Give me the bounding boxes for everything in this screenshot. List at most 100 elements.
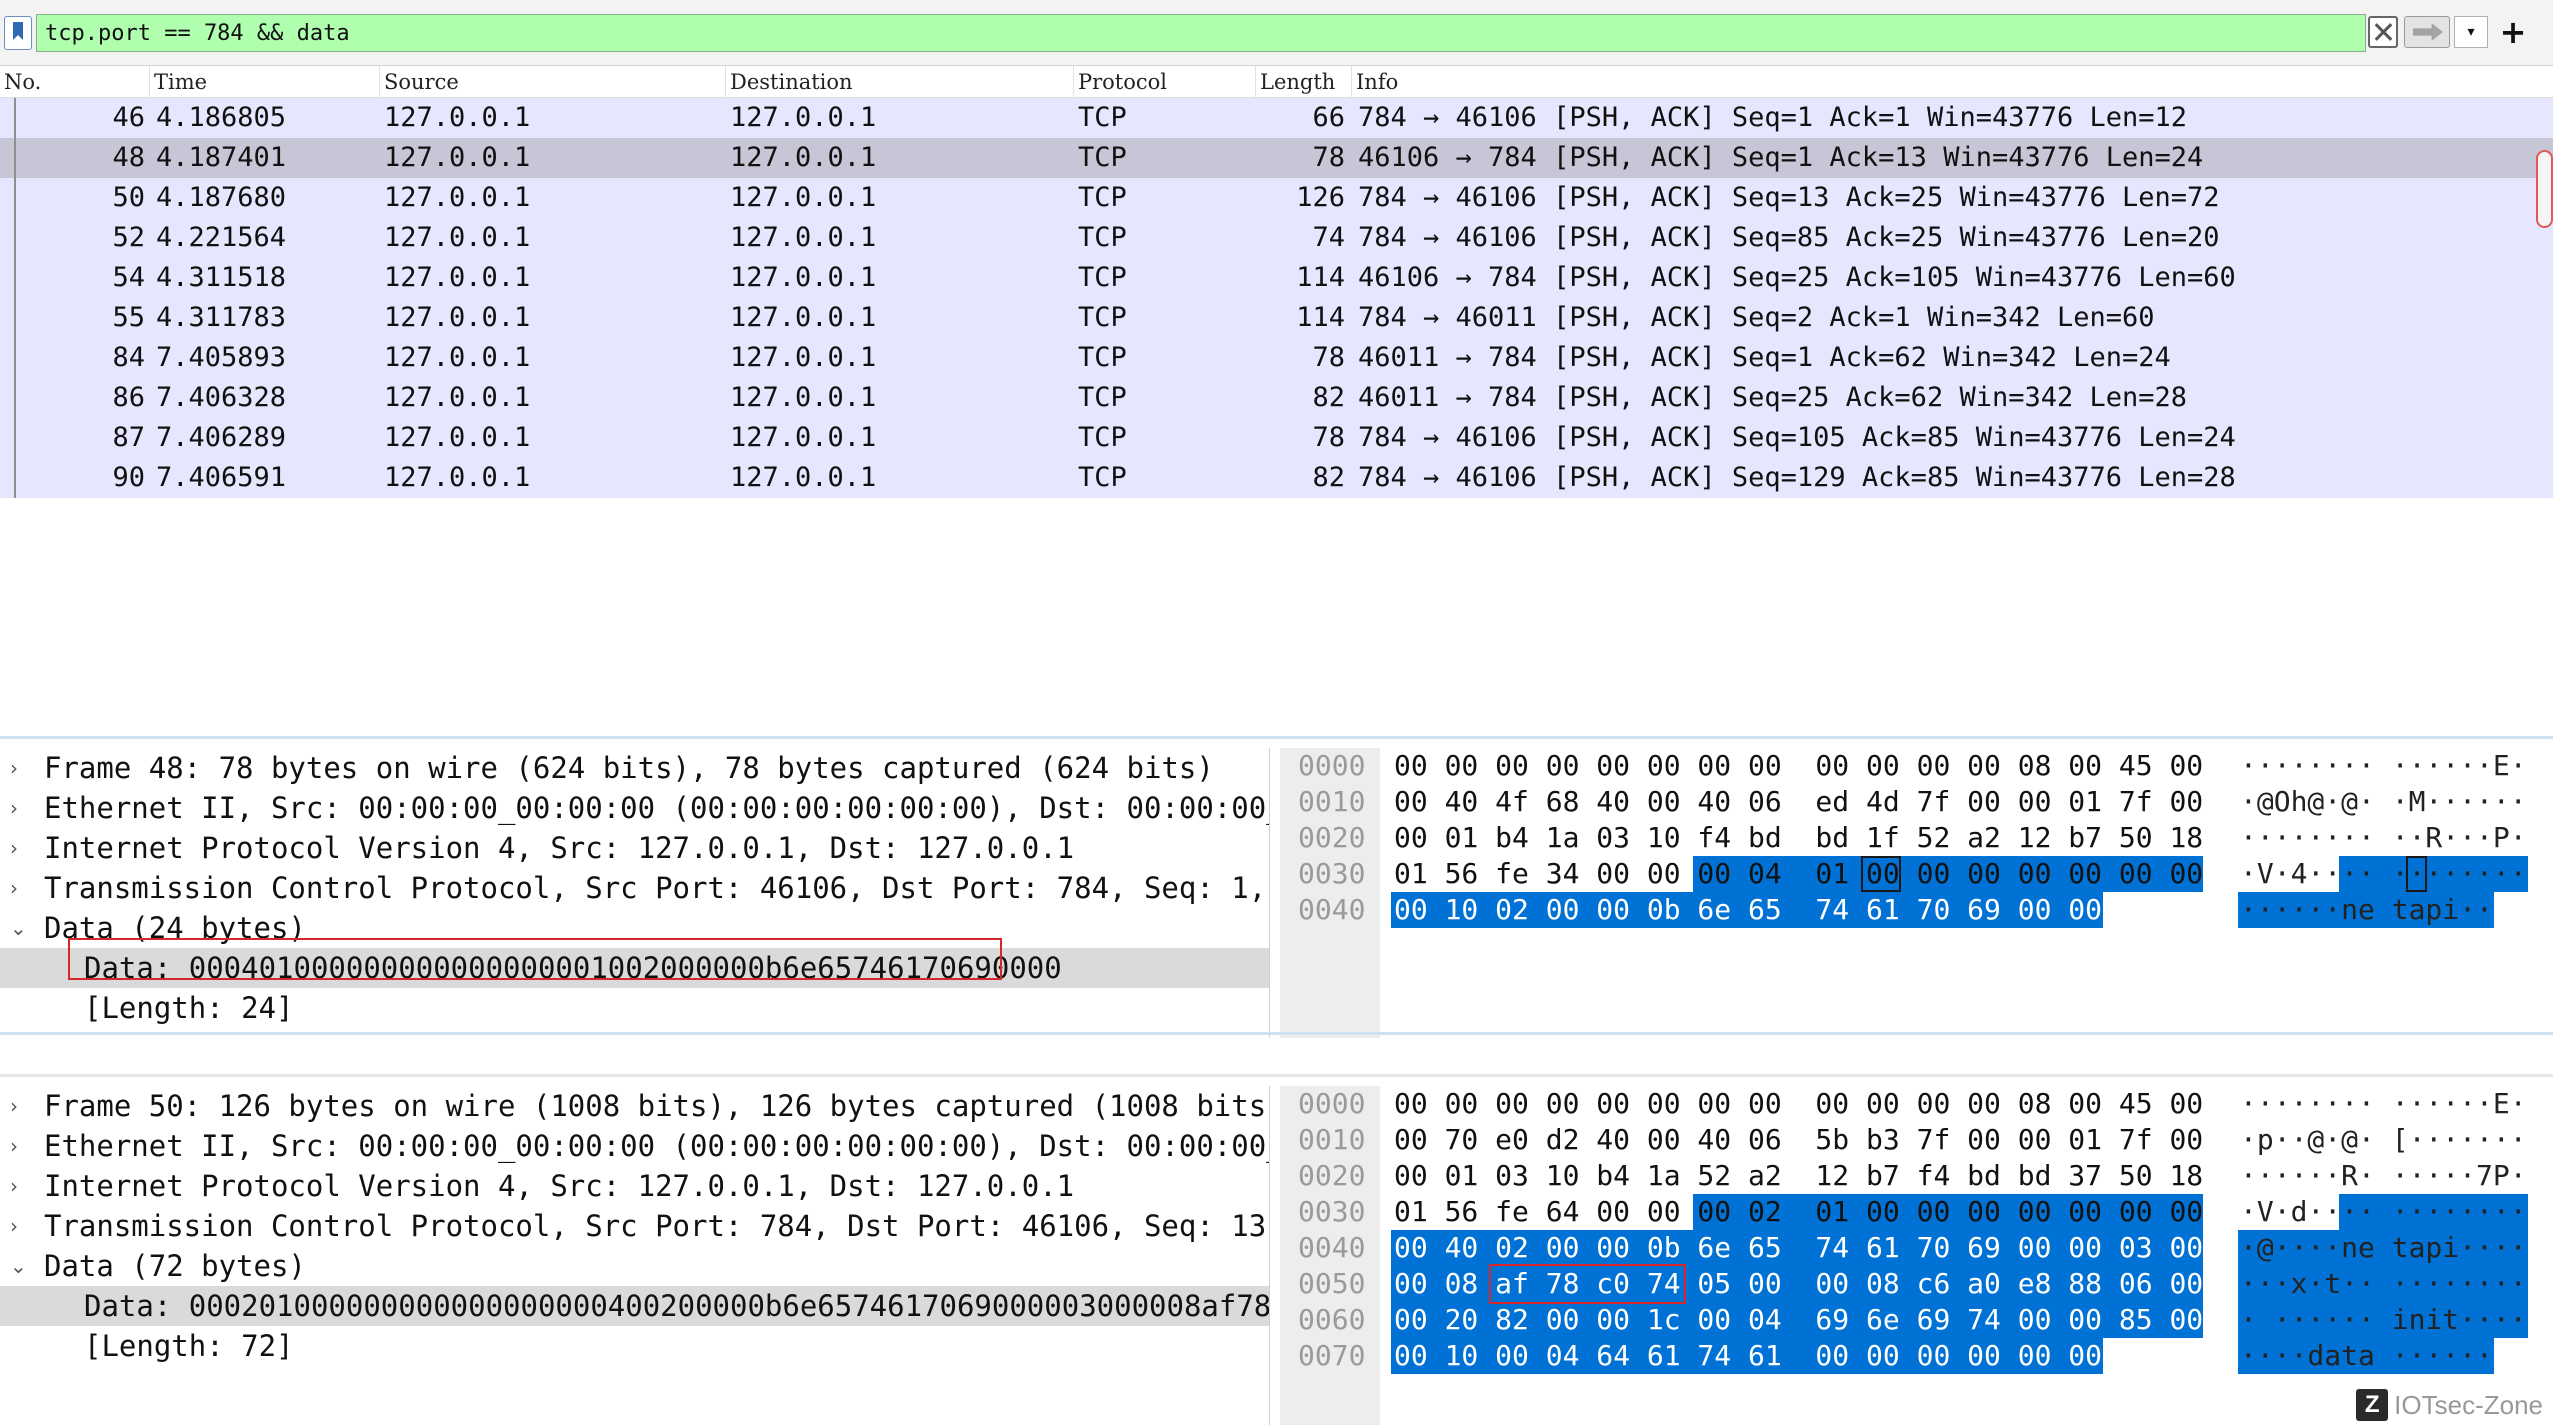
column-header-destination[interactable]: Destination [726, 66, 1074, 98]
packet-source: 127.0.0.1 [384, 342, 531, 373]
tree-item[interactable]: [Length: 24] [0, 988, 1269, 1028]
tree-item[interactable]: [Length: 72] [0, 1326, 1269, 1366]
hex-ascii[interactable]: · ······ init···· [2240, 1302, 2527, 1338]
packet-time: 7.406289 [156, 422, 287, 453]
packet-info: 784 → 46106 [PSH, ACK] Seq=1 Ack=1 Win=4… [1358, 102, 2188, 133]
packet-no: 48 [112, 142, 145, 173]
packet-destination: 127.0.0.1 [730, 182, 877, 213]
packet-list-header: No. Time Source Destination Protocol Len… [0, 66, 2553, 98]
packet-length: 82 [1312, 462, 1345, 493]
collapsed-arrow-icon[interactable]: › [10, 828, 18, 868]
tree-item-label: Transmission Control Protocol, Src Port:… [44, 1209, 1269, 1243]
packet-row[interactable]: 86 7.406328 127.0.0.1 127.0.0.1 TCP 82 46011 →… [0, 378, 2553, 418]
collapsed-arrow-icon[interactable]: › [10, 1086, 18, 1126]
collapsed-arrow-icon[interactable]: › [10, 1206, 18, 1246]
tree-item-label: Frame 50: 126 bytes on wire (1008 bits),… [44, 1089, 1270, 1123]
packet-info: 46011 → 784 [PSH, ACK] Seq=1 Ack=62 Win=… [1358, 342, 2171, 373]
hex-ascii[interactable]: ·p··@·@· [······· [2240, 1122, 2527, 1158]
hex-bytes[interactable]: 00 01 b4 1a 03 10 f4 bd bd 1f 52 a2 12 b… [1394, 820, 2203, 856]
hex-row: 0010 00 40 4f 68 40 00 40 06 ed 4d 7f 00 … [1280, 784, 2553, 820]
hex-ascii[interactable]: ·V·4···· ········ [2240, 856, 2527, 892]
tree-item[interactable]: › Ethernet II, Src: 00:00:00_00:00:00 (00… [0, 788, 1269, 828]
packet-row[interactable]: 84 7.405893 127.0.0.1 127.0.0.1 TCP 78 46011 →… [0, 338, 2553, 378]
packet-source: 127.0.0.1 [384, 102, 531, 133]
packet-row[interactable]: 50 4.187680 127.0.0.1 127.0.0.1 TCP 126 784 → … [0, 178, 2553, 218]
tree-item[interactable]: Data: 000201000000000000000000400200000b… [0, 1286, 1269, 1326]
hex-ascii[interactable]: ·@Oh@·@· ·M······ [2240, 784, 2527, 820]
hex-bytes[interactable]: 00 40 4f 68 40 00 40 06 ed 4d 7f 00 00 0… [1394, 784, 2203, 820]
packet-protocol: TCP [1078, 462, 1127, 493]
expanded-arrow-icon[interactable]: ⌄ [10, 908, 27, 948]
clear-filter-button[interactable] [2368, 16, 2398, 48]
collapsed-arrow-icon[interactable]: › [10, 868, 18, 908]
hex-ascii[interactable]: ········ ······E· [2240, 748, 2527, 784]
hex-bytes[interactable]: 00 10 00 04 64 61 74 61 00 00 00 00 00 0… [1394, 1338, 2102, 1374]
hex-ascii[interactable]: ···x·t·· ········ [2240, 1266, 2527, 1302]
hex-ascii[interactable]: ········ ··R···P· [2240, 820, 2527, 856]
hex-offset: 0020 [1298, 821, 1366, 854]
tree-item[interactable]: › Transmission Control Protocol, Src Port… [0, 868, 1269, 908]
display-filter-toolbar: tcp.port == 784 && data ▾ + [0, 0, 2553, 66]
display-filter-input[interactable]: tcp.port == 784 && data [36, 14, 2366, 52]
collapsed-arrow-icon[interactable]: › [10, 788, 18, 828]
hex-row: 0070 00 10 00 04 64 61 74 61 00 00 00 00 … [1280, 1338, 2553, 1374]
column-header-time[interactable]: Time [150, 66, 380, 98]
display-filter-text[interactable]: tcp.port == 784 && data [45, 21, 350, 46]
hex-bytes[interactable]: 00 01 03 10 b4 1a 52 a2 12 b7 f4 bd bd 3… [1394, 1158, 2203, 1194]
tree-item-label: Ethernet II, Src: 00:00:00_00:00:00 (00:… [44, 1129, 1269, 1163]
column-header-no[interactable]: No. [0, 66, 150, 98]
column-header-length[interactable]: Length [1256, 66, 1352, 98]
packet-source: 127.0.0.1 [384, 422, 531, 453]
pane-divider [0, 1074, 2553, 1077]
hex-bytes[interactable]: 00 00 00 00 00 00 00 00 00 00 00 00 08 0… [1394, 1086, 2203, 1122]
pane-divider[interactable] [0, 1032, 2553, 1035]
hex-ascii[interactable]: ········ ······E· [2240, 1086, 2527, 1122]
hex-bytes[interactable]: 00 40 02 00 00 0b 6e 65 74 61 70 69 00 0… [1394, 1230, 2203, 1266]
tree-item[interactable]: › Frame 48: 78 bytes on wire (624 bits), … [0, 748, 1269, 788]
recent-filters-dropdown[interactable]: ▾ [2454, 16, 2488, 48]
hex-bytes[interactable]: 01 56 fe 64 00 00 00 02 01 00 00 00 00 0… [1394, 1194, 2203, 1230]
column-header-protocol[interactable]: Protocol [1074, 66, 1256, 98]
tree-item[interactable]: › Internet Protocol Version 4, Src: 127.0… [0, 1166, 1269, 1206]
column-header-source[interactable]: Source [380, 66, 726, 98]
tree-item[interactable]: › Transmission Control Protocol, Src Port… [0, 1206, 1269, 1246]
packet-destination: 127.0.0.1 [730, 422, 877, 453]
hex-bytes[interactable]: 00 10 02 00 00 0b 6e 65 74 61 70 69 00 0… [1394, 892, 2102, 928]
packet-no: 52 [112, 222, 145, 253]
tree-item[interactable]: ⌄ Data (72 bytes) [0, 1246, 1269, 1286]
packet-row[interactable]: 87 7.406289 127.0.0.1 127.0.0.1 TCP 78 784 → 4… [0, 418, 2553, 458]
hex-ascii[interactable]: ······ne tapi·· [2240, 892, 2493, 928]
hex-bytes[interactable]: 00 00 00 00 00 00 00 00 00 00 00 00 08 0… [1394, 748, 2203, 784]
packet-row[interactable]: 48 4.187401 127.0.0.1 127.0.0.1 TCP 78 46106 →… [0, 138, 2553, 178]
hex-offset: 0000 [1298, 1087, 1366, 1120]
apply-filter-button[interactable] [2404, 16, 2450, 48]
hex-bytes[interactable]: 01 56 fe 34 00 00 00 04 01 00 00 00 00 0… [1394, 856, 2203, 892]
hex-ascii[interactable]: ·@····ne tapi···· [2240, 1230, 2527, 1266]
collapsed-arrow-icon[interactable]: › [10, 748, 18, 788]
pane-divider[interactable] [0, 736, 2553, 739]
hex-ascii[interactable]: ·V·d···· ········ [2240, 1194, 2527, 1230]
packet-no: 46 [112, 102, 145, 133]
collapsed-arrow-icon[interactable]: › [10, 1166, 18, 1206]
packet-row[interactable]: 54 4.311518 127.0.0.1 127.0.0.1 TCP 114 46106 … [0, 258, 2553, 298]
tree-item[interactable]: › Frame 50: 126 bytes on wire (1008 bits)… [0, 1086, 1269, 1126]
watermark-logo-icon: Z [2356, 1389, 2389, 1421]
tree-item[interactable]: › Internet Protocol Version 4, Src: 127.0… [0, 828, 1269, 868]
collapsed-arrow-icon[interactable]: › [10, 1126, 18, 1166]
hex-ascii[interactable]: ······R· ·····7P· [2240, 1158, 2527, 1194]
tree-item[interactable]: › Ethernet II, Src: 00:00:00_00:00:00 (00… [0, 1126, 1269, 1166]
column-header-info[interactable]: Info [1352, 66, 2553, 98]
expanded-arrow-icon[interactable]: ⌄ [10, 1246, 27, 1286]
hex-bytes[interactable]: 00 20 82 00 00 1c 00 04 69 6e 69 74 00 0… [1394, 1302, 2203, 1338]
hex-bytes[interactable]: 00 70 e0 d2 40 00 40 06 5b b3 7f 00 00 0… [1394, 1122, 2203, 1158]
hex-ascii[interactable]: ····data ······ [2240, 1338, 2493, 1374]
bookmark-icon[interactable] [4, 16, 32, 50]
packet-row[interactable]: 90 7.406591 127.0.0.1 127.0.0.1 TCP 82 784 → 4… [0, 458, 2553, 498]
packet-row[interactable]: 46 4.186805 127.0.0.1 127.0.0.1 TCP 66 784 → 4… [0, 98, 2553, 138]
tree-item-label: Data (72 bytes) [44, 1249, 306, 1283]
packet-row[interactable]: 55 4.311783 127.0.0.1 127.0.0.1 TCP 114 784 → … [0, 298, 2553, 338]
packet-time: 4.186805 [156, 102, 287, 133]
add-filter-button[interactable]: + [2496, 12, 2530, 52]
packet-row[interactable]: 52 4.221564 127.0.0.1 127.0.0.1 TCP 74 784 → 4… [0, 218, 2553, 258]
packet-list-scrollbar-thumb[interactable] [2536, 150, 2553, 228]
